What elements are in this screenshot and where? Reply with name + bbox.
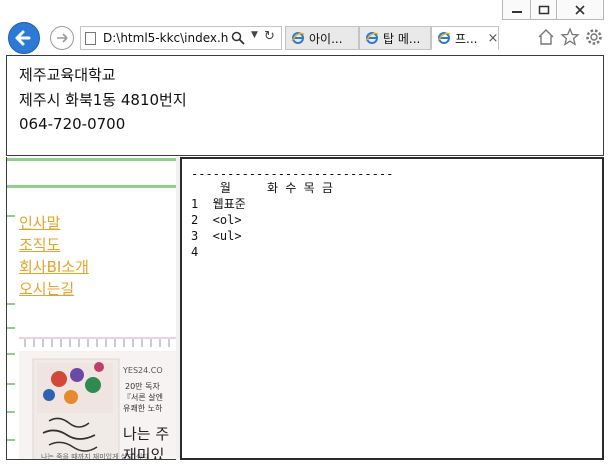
- tab-close-button[interactable]: ×: [487, 31, 498, 46]
- ie-icon: [365, 32, 379, 44]
- table-row: 1 웹표준: [191, 197, 246, 211]
- tab-label: 프...: [455, 31, 478, 46]
- green-bar-second: [7, 185, 177, 188]
- back-arrow-icon: [15, 30, 31, 46]
- divider-tick: [7, 353, 15, 355]
- school-info: 제주교육대학교 제주시 화북1동 4810번지 064-720-0700: [19, 63, 187, 137]
- menu-link-directions[interactable]: 오시는길: [19, 278, 74, 300]
- menu-link-greeting[interactable]: 인사말: [19, 212, 60, 234]
- navigation-bar: D:\html5-kkc\index.h ▼ ↻ 아이... 탑 메... 프.…: [0, 22, 612, 54]
- book-ad-image: 나는 죽을 때까지 재미있게 살고 싶다 YES24.CO 20만 독자 『서른…: [19, 339, 178, 460]
- school-name: 제주교육대학교: [19, 66, 116, 84]
- ie-icon: [291, 32, 305, 44]
- ad-line-3: 유쾌한 노하: [123, 403, 163, 413]
- table-row: 2 <ol>: [191, 213, 242, 227]
- favorites-star-icon[interactable]: [560, 27, 580, 47]
- title-bar: [0, 0, 612, 22]
- table-header-row: 월 화 수 목 금: [191, 181, 333, 195]
- divider-tick: [7, 411, 15, 413]
- home-icon[interactable]: [536, 27, 556, 47]
- ad-line-2: 『서른 살엔: [123, 392, 163, 402]
- divider-tick: [7, 303, 15, 305]
- minimize-button[interactable]: [502, 0, 532, 20]
- gear-icon[interactable]: [584, 27, 604, 47]
- forward-button[interactable]: [50, 26, 74, 50]
- forward-arrow-icon: [57, 33, 68, 43]
- menu-link-company-bi[interactable]: 회사BI소개: [19, 256, 89, 278]
- book-ad-banner[interactable]: 나는 죽을 때까지 재미있게 살고 싶다 YES24.CO 20만 독자 『서른…: [19, 337, 178, 460]
- address-bar[interactable]: D:\html5-kkc\index.h ▼ ↻: [80, 26, 282, 50]
- tab-3-active[interactable]: 프... ×: [431, 26, 499, 50]
- table-row: 4: [191, 245, 199, 259]
- green-bar-top: [7, 158, 177, 161]
- table-rule: ----------------------------: [191, 167, 394, 181]
- divider-tick: [7, 327, 15, 329]
- tab-1[interactable]: 아이...: [285, 26, 359, 50]
- address-text[interactable]: D:\html5-kkc\index.h: [103, 31, 229, 45]
- refresh-icon[interactable]: ↻: [264, 29, 275, 44]
- maximize-icon: [538, 5, 550, 14]
- menu-frame: 인사말 조직도 회사BI소개 오시는길 나는 죽을 때까지 재미있게 살고 싶다…: [6, 157, 178, 460]
- divider-tick: [7, 215, 15, 217]
- minimize-icon: [512, 10, 522, 13]
- divider-tick: [7, 383, 15, 385]
- tab-label: 탑 메...: [383, 31, 421, 46]
- back-button[interactable]: [8, 22, 40, 54]
- tab-label: 아이...: [309, 31, 343, 46]
- ad-big-text-1: 나는 주: [123, 425, 169, 443]
- maximize-button[interactable]: [530, 0, 558, 20]
- ie-icon: [437, 32, 451, 44]
- tab-2[interactable]: 탑 메...: [359, 26, 431, 50]
- spiral-binding: [24, 339, 178, 347]
- page-icon: [85, 32, 96, 45]
- table-row: 3 <ul>: [191, 229, 242, 243]
- search-icon[interactable]: [231, 31, 245, 45]
- ad-brand-text: YES24.CO: [122, 366, 163, 375]
- ad-line-1: 20만 독자: [125, 382, 160, 391]
- close-window-button[interactable]: [556, 0, 604, 20]
- content-frame: ---------------------------- 월 화 수 목 금 1…: [180, 157, 604, 460]
- ad-big-text-2: 재미있: [123, 446, 165, 460]
- school-phone: 064-720-0700: [19, 115, 126, 133]
- chevron-down-icon[interactable]: ▼: [251, 30, 258, 40]
- menu-link-organization[interactable]: 조직도: [19, 234, 60, 256]
- header-frame: 제주교육대학교 제주시 화북1동 4810번지 064-720-0700: [6, 55, 604, 156]
- school-address: 제주시 화북1동 4810번지: [19, 90, 187, 109]
- divider-tick: [7, 439, 15, 441]
- close-icon: [575, 4, 585, 15]
